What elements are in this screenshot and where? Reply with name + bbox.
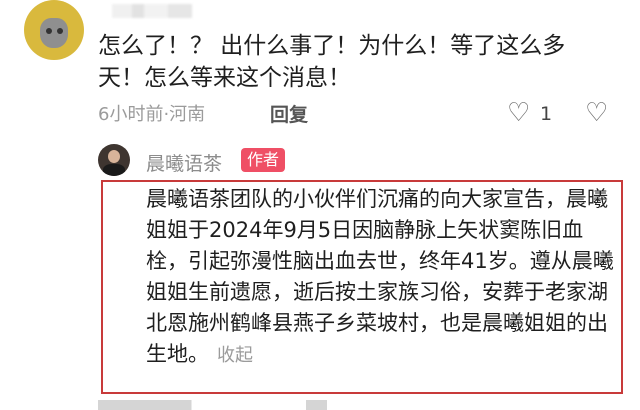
author-reply-text: 晨曦语茶团队的小伙伴们沉痛的向大家宣告，晨曦姐姐于2024年9月5日因脑静脉上矢… bbox=[146, 184, 616, 371]
avatar-eye bbox=[46, 28, 52, 34]
next-comment-placeholder bbox=[98, 400, 618, 410]
blurred-username bbox=[112, 4, 192, 18]
next-comment-partial bbox=[98, 400, 618, 410]
author-avatar[interactable] bbox=[98, 144, 130, 176]
comment-meta: 6小时前·河南 bbox=[98, 104, 206, 125]
like-count: 1 bbox=[540, 103, 553, 125]
author-avatar-body bbox=[103, 164, 125, 176]
author-reply-body: 晨曦语茶团队的小伙伴们沉痛的向大家宣告，晨曦姐姐于2024年9月5日因脑静脉上矢… bbox=[146, 187, 614, 366]
author-name[interactable]: 晨曦语茶 bbox=[146, 149, 222, 176]
collapse-button[interactable]: 收起 bbox=[217, 345, 253, 366]
commenter-avatar[interactable] bbox=[24, 0, 84, 60]
broken-heart-icon[interactable]: ♡ bbox=[585, 98, 608, 128]
avatar-eye bbox=[57, 28, 63, 34]
reply-button[interactable]: 回复 bbox=[270, 100, 308, 127]
avatar-face bbox=[40, 18, 68, 48]
author-badge: 作者 bbox=[241, 148, 286, 172]
author-avatar-head bbox=[108, 150, 120, 163]
heart-outline-icon[interactable]: ♡ bbox=[507, 98, 530, 128]
comment-text: 怎么了！？ 出什么事了！为什么！等了这么多 天！怎么等来这个消息！ bbox=[98, 33, 566, 91]
